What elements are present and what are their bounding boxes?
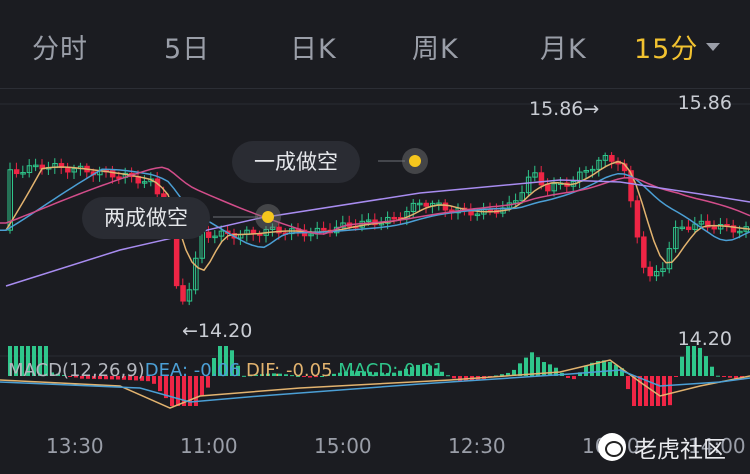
macd-bar: [656, 376, 660, 406]
candle-body: [154, 178, 161, 195]
signal-dot-2[interactable]: [255, 204, 281, 230]
signal-bubble-2[interactable]: 两成做空: [82, 197, 210, 239]
macd-bar: [716, 375, 720, 377]
macd-bar: [452, 376, 456, 379]
signal-bubble-1[interactable]: 一成做空: [232, 141, 360, 183]
macd-bar: [584, 365, 588, 376]
macd-bar: [572, 376, 576, 380]
macd-dea: DEA: -0.06: [144, 360, 241, 381]
candle-body: [13, 169, 20, 175]
low-price-marker: ←14.20: [182, 320, 253, 342]
macd-bar: [710, 366, 714, 376]
watermark: 老虎社区: [598, 430, 726, 464]
macd-bar: [674, 376, 678, 377]
chevron-down-icon[interactable]: [706, 42, 721, 51]
time-label: 15:00: [314, 434, 372, 458]
macd-bar: [626, 376, 630, 390]
macd-bar: [662, 376, 666, 406]
candle-body: [641, 236, 647, 268]
macd-header: MACD(12,26,9)DEA: -0.06 DIF: -0.05 MACD:…: [8, 360, 444, 381]
candle-body: [685, 226, 692, 230]
macd-bar: [728, 376, 732, 378]
candle-body: [647, 266, 653, 277]
axis-max-price: 15.86: [677, 92, 732, 114]
axis-min-price: 14.20: [677, 328, 732, 350]
candle-body: [609, 155, 615, 162]
macd-bar: [608, 361, 612, 376]
macd-bar: [722, 376, 726, 377]
time-label: 12:30: [448, 434, 506, 458]
candle-body: [538, 172, 545, 186]
macd-bar: [668, 376, 672, 406]
candle-body: [321, 227, 327, 231]
high-price-marker: 15.86→: [529, 98, 600, 120]
tab-daily-k[interactable]: 日K: [290, 27, 337, 66]
tab-intraday[interactable]: 分时: [32, 27, 88, 66]
macd-bar: [548, 364, 552, 376]
tab-15min-label: 15分: [634, 34, 699, 65]
macd-dif: DIF: -0.05: [246, 360, 333, 381]
tab-monthly-k[interactable]: 月K: [540, 27, 587, 66]
macd-bar: [530, 352, 534, 376]
macd-bar: [524, 357, 528, 376]
candle-body: [391, 216, 397, 220]
tab-weekly-k[interactable]: 周K: [412, 27, 459, 66]
candle-body: [180, 285, 186, 302]
macd-value: MACD: 0.01: [338, 360, 445, 381]
tabs-divider: [0, 88, 750, 89]
period-tabs: 分时 5日 日K 周K 月K 15分: [0, 0, 750, 90]
tab-5day[interactable]: 5日: [164, 27, 210, 66]
time-label: 11:00: [180, 434, 238, 458]
macd-bar: [446, 375, 450, 377]
time-label: 13:30: [46, 434, 104, 458]
macd-bar: [704, 356, 708, 376]
signal-dot-1[interactable]: [402, 148, 428, 174]
macd-name: MACD(12,26,9): [8, 360, 145, 381]
macd-bar: [566, 376, 570, 378]
macd-bar: [686, 346, 690, 376]
tab-15min[interactable]: 15分: [634, 27, 721, 66]
candle-body: [205, 231, 212, 238]
candle-body: [634, 200, 641, 238]
macd-bar: [698, 347, 702, 376]
candle-body: [423, 202, 429, 207]
macd-bar: [692, 346, 696, 376]
candle-body: [442, 202, 449, 211]
macd-bar: [680, 356, 684, 376]
tiger-logo-icon: [598, 433, 626, 461]
macd-bar: [602, 360, 606, 376]
watermark-text: 老虎社区: [634, 437, 726, 463]
candle-body: [711, 226, 717, 230]
candle-body: [545, 184, 551, 192]
macd-bar: [632, 376, 636, 406]
